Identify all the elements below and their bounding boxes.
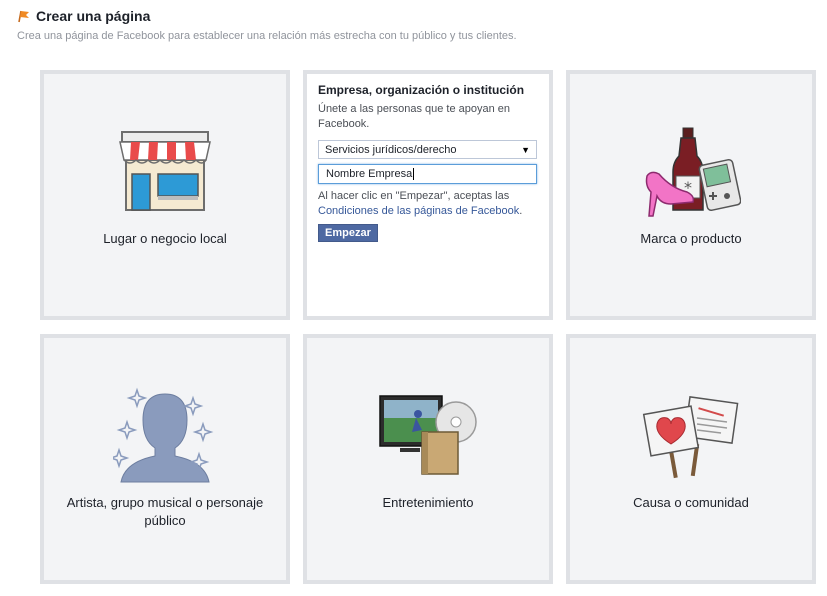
terms-link[interactable]: Condiciones de las páginas de Facebook xyxy=(318,205,519,217)
category-select[interactable]: Servicios jurídicos/derecho ▼ xyxy=(318,140,537,159)
terms-suffix: . xyxy=(519,205,523,217)
category-select-value: Servicios jurídicos/derecho xyxy=(325,143,457,156)
start-button[interactable]: Empezar xyxy=(318,224,378,242)
dropdown-arrow-icon: ▼ xyxy=(521,144,530,155)
category-card-company: Empresa, organización o institución Únet… xyxy=(303,70,553,320)
category-card-local-business[interactable]: Lugar o negocio local xyxy=(40,70,290,320)
category-card-cause[interactable]: Causa o comunidad xyxy=(566,334,816,584)
page-title: Crear una página xyxy=(36,8,151,24)
category-label-cause: Causa o comunidad xyxy=(633,495,749,510)
terms-text: Al hacer clic en "Empezar", aceptas las … xyxy=(318,189,538,219)
company-form: Empresa, organización o institución Únet… xyxy=(318,83,538,242)
entertainment-icon xyxy=(379,395,477,475)
flag-icon xyxy=(18,10,29,23)
terms-prefix: Al hacer clic en "Empezar", aceptas las xyxy=(318,190,510,202)
category-label-artist: Artista, grupo musical o personaje públi… xyxy=(66,495,264,528)
page-header: Crear una página Crea una página de Face… xyxy=(17,8,517,42)
category-label-entertainment: Entretenimiento xyxy=(382,495,474,510)
page-subtitle: Crea una página de Facebook para estable… xyxy=(17,30,517,42)
form-description: Únete a las personas que te apoyan en Fa… xyxy=(318,103,511,130)
category-label-brand-product: Marca o producto xyxy=(640,231,742,246)
text-caret xyxy=(413,168,415,180)
category-card-artist[interactable]: Artista, grupo musical o personaje públi… xyxy=(40,334,290,584)
cause-signs-icon xyxy=(642,396,739,479)
category-label-local-business: Lugar o negocio local xyxy=(103,231,227,246)
category-card-entertainment[interactable]: Entretenimiento xyxy=(303,334,553,584)
page-name-input[interactable]: Nombre Empresa xyxy=(318,164,537,184)
form-title: Empresa, organización o institución xyxy=(318,83,525,97)
storefront-icon xyxy=(119,131,211,211)
artist-silhouette-icon xyxy=(113,387,214,483)
brand-products-icon: * xyxy=(645,127,741,217)
category-card-brand-product[interactable]: * Marca o producto xyxy=(566,70,816,320)
page-name-input-value: Nombre Empresa xyxy=(326,168,413,180)
